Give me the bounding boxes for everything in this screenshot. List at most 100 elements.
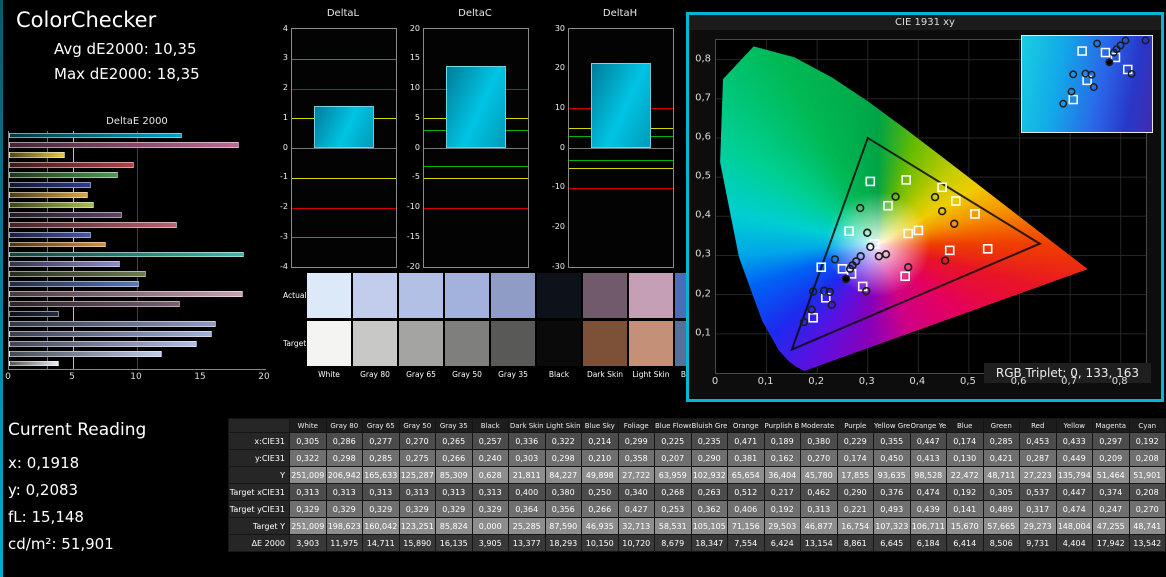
deltaC-chart: DeltaC 20 15 10 5 0 -5 -10 -15 -20 — [397, 8, 529, 271]
cie-measured-point — [937, 207, 947, 216]
deltaC-plot — [423, 28, 529, 268]
table-cell: 0,192 — [1128, 432, 1166, 450]
table-cell: 46,877 — [800, 517, 838, 535]
table-cell: 0,413 — [909, 449, 947, 467]
ref-line — [424, 207, 528, 209]
table-header-row: White Gray 80 Gray 65 Gray 50 Gray 35 Black Da… — [228, 418, 1166, 433]
ref-line — [424, 165, 528, 167]
axis-tick: -4 — [280, 261, 288, 271]
table-cell: 0,130 — [946, 449, 984, 467]
cie-target-point — [865, 176, 876, 187]
table-cell: 0,229 — [836, 432, 874, 450]
table-cell: 165,633 — [362, 466, 400, 484]
table-cell: 0,225 — [654, 432, 692, 450]
patch-actual-gray-35 — [491, 273, 535, 318]
cie-target-point — [837, 263, 848, 274]
axis-tick: 10 — [554, 102, 565, 112]
table-col-dark-skin: Dark Skin — [508, 418, 546, 433]
cie-measured-point — [950, 219, 959, 228]
window-edge-accent — [0, 0, 3, 577]
axis-tick: -1 — [280, 172, 288, 182]
cie-target-point — [944, 245, 955, 256]
deltaE2000-chart-title: DeltaE 2000 — [106, 116, 168, 127]
cie-target-point — [900, 271, 910, 282]
table-cell: 3,905 — [471, 534, 509, 552]
deltaE2000-x-axis: 0 5 10 15 20 — [5, 370, 270, 384]
table-cell: 0,270 — [800, 449, 838, 467]
patch-target-light-skin — [629, 321, 673, 366]
table-cell: 0,286 — [325, 432, 363, 450]
table-col-green: Green — [982, 418, 1020, 433]
cie-target-point — [903, 228, 914, 239]
table-cell: 0,447 — [909, 432, 947, 450]
table-cell: 0,266 — [581, 500, 619, 518]
deltaE-bar-foliage — [9, 271, 147, 278]
table-cell: 0,270 — [1128, 500, 1166, 518]
axis-tick: 10 — [409, 83, 420, 92]
table-cell: 0,290 — [690, 449, 728, 467]
table-cell: 85,824 — [435, 517, 473, 535]
table-cell: 27,223 — [1019, 466, 1057, 484]
patch-row-label-target: Target — [283, 339, 307, 348]
cie-measured-point — [881, 250, 891, 259]
table-row: Target Y 251,009 198,623 160,042 123,251 85,8… — [228, 517, 1166, 535]
axis-tick: 2 — [282, 83, 288, 92]
table-cell: 0,447 — [1055, 483, 1093, 501]
table-col-orange-yellow: Orange Yellow — [909, 418, 947, 433]
table-cell: 0,322 — [544, 432, 582, 450]
inset-measured-point — [1069, 70, 1078, 79]
table-row-label: Target yCIE31 — [228, 500, 290, 518]
table-cell: 29,273 — [1019, 517, 1057, 535]
cie-x-tick: 0 — [711, 376, 719, 387]
deltaE-bar-dark-skin — [9, 301, 181, 307]
axis-tick: 0 — [559, 142, 565, 152]
table-cell: 84,227 — [544, 466, 582, 484]
cie-measured-point — [940, 256, 950, 265]
patch-actual-white — [307, 273, 351, 318]
ref-line — [569, 187, 673, 189]
table-cell: 148,004 — [1055, 517, 1093, 535]
table-cell: 0,374 — [1092, 483, 1130, 501]
cie-target-point — [883, 200, 893, 211]
table-cell: 8,861 — [836, 534, 874, 552]
table-cell: 6,184 — [909, 534, 947, 552]
table-cell: 0,329 — [362, 500, 400, 518]
patch-target-gray-50 — [445, 321, 489, 366]
cie-target-point — [982, 244, 993, 254]
deltaE2000-chart: DeltaE 2000 0 5 10 15 20 — [5, 116, 270, 384]
table-cell: 0,235 — [690, 432, 728, 450]
inset-measured-point — [1059, 99, 1068, 108]
table-cell: 65,654 — [727, 466, 765, 484]
table-cell: 0,208 — [1128, 483, 1166, 501]
table-row: y:CIE31 0,322 0,298 0,285 0,275 0,266 0,240 0,3… — [228, 449, 1166, 467]
axis-tick: -5 — [412, 172, 420, 182]
cie-1931-panel[interactable]: CIE 1931 xy RGB Triplet: 0, 133, 163 0 0,… — [686, 12, 1164, 402]
table-cell: 0,277 — [362, 432, 400, 450]
deltaE-bar-gray-50 — [9, 330, 213, 337]
deltaE-bar-purplish-blue — [9, 231, 92, 238]
delta-bar — [590, 62, 652, 148]
table-cell: 0,313 — [471, 483, 509, 501]
table-cell: 0,364 — [508, 500, 546, 518]
deltaE-bar-white — [9, 360, 59, 367]
table-row-label: Target Y — [228, 517, 290, 535]
table-cell: 93,635 — [873, 466, 911, 484]
cie-target-point — [901, 175, 912, 185]
table-cell: 135,794 — [1055, 466, 1093, 484]
cie-x-tick: 0,4 — [909, 376, 926, 387]
patch-target-gray-80 — [353, 321, 397, 366]
patch-actual-dark-skin — [583, 273, 627, 318]
table-cell: 0,297 — [1092, 432, 1130, 450]
table-cell: 0,462 — [800, 483, 838, 501]
table-cell: 16,135 — [435, 534, 473, 552]
table-cell: 0,628 — [471, 466, 509, 484]
table-row-label: Y — [228, 466, 290, 484]
table-cell: 0,358 — [617, 449, 655, 467]
deltaE-bar-orange-yellow — [9, 192, 89, 198]
cie-x-tick: 0,7 — [1061, 376, 1078, 387]
table-cell: 0,285 — [362, 449, 400, 467]
table-cell: 8,679 — [654, 534, 692, 552]
cie-y-tick: 0,5 — [695, 170, 711, 182]
current-reading-title: Current Reading — [8, 420, 147, 440]
table-cell: 0,439 — [909, 500, 947, 518]
